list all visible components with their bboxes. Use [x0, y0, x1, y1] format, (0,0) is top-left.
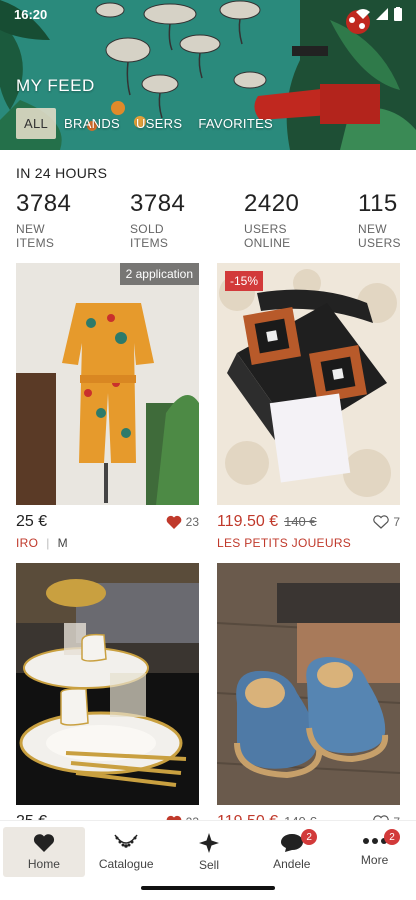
product-image[interactable] [16, 563, 199, 805]
price-row: 119.50 € 140 € 7 [217, 513, 400, 531]
nav-home[interactable]: Home [3, 827, 85, 877]
wifi-icon [356, 9, 370, 19]
likes-count: 7 [393, 515, 400, 529]
product-card[interactable]: 25 € 23 [16, 563, 199, 831]
product-brand[interactable]: LES PETITS JOUEURS [217, 536, 351, 550]
status-bar: 16:20 [0, 0, 416, 28]
nav-label: More [360, 853, 389, 867]
stats-row: 3784 NEW ITEMS 3784 SOLD ITEMS 2420 USERS O… [16, 190, 406, 250]
nav-label: Andele [273, 857, 311, 871]
stat-label: NEW ITEMS [16, 222, 55, 250]
likes[interactable]: 7 [373, 515, 400, 529]
heart-icon [33, 834, 54, 852]
product-card[interactable]: 119.50 €140 € 7 [217, 563, 400, 831]
sparkle-icon [198, 833, 219, 853]
stat-value: 3784 [130, 190, 186, 217]
divider: | [46, 536, 50, 550]
product-price: 119.50 € [217, 513, 279, 530]
stat-sold-items: 3784 SOLD ITEMS [130, 190, 244, 250]
tab-favorites[interactable]: FAVORITES [190, 108, 281, 139]
applications-badge: 2 application [119, 263, 199, 285]
tab-users[interactable]: USERS [128, 108, 190, 139]
nav-more[interactable]: More 2 [333, 827, 416, 877]
stat-value: 115 [358, 190, 398, 217]
notification-badge: 2 [383, 829, 400, 845]
likes-count: 23 [185, 515, 199, 529]
battery-icon [394, 7, 402, 21]
stat-label: NEW USERS [358, 222, 401, 250]
notification-badge: 2 [301, 829, 318, 845]
price-group: 119.50 € 140 € [217, 513, 317, 531]
nav-label: Catalogue [98, 857, 154, 871]
chat-icon [280, 834, 303, 852]
page-title: MY FEED [16, 76, 95, 95]
product-photo-jumpsuit [16, 263, 199, 505]
discount-badge: -15% [225, 271, 264, 291]
stat-value: 3784 [16, 190, 72, 217]
likes[interactable]: 23 [166, 515, 199, 529]
product-photo-tableware [16, 563, 199, 805]
product-image[interactable]: -15% [217, 263, 400, 505]
nav-sell[interactable]: Sell [168, 827, 251, 877]
nav-andele[interactable]: Andele 2 [250, 827, 333, 877]
stats-title: IN 24 HOURS [16, 165, 108, 181]
status-icons [356, 7, 402, 21]
product-image[interactable]: 2 application [16, 263, 199, 505]
product-card[interactable]: -15% 119.50 € 140 € 7 LES PETITS JOUEURS [217, 263, 400, 550]
stat-label: USERS ONLINE [244, 222, 291, 250]
feed-tabs: ALL BRANDS USERS FAVORITES [16, 108, 281, 139]
necklace-icon [114, 834, 138, 848]
product-card[interactable]: 2 application 25 € 23 IRO | M [16, 263, 199, 550]
stat-new-items: 3784 NEW ITEMS [16, 190, 130, 250]
product-size: M [57, 536, 68, 550]
stat-value: 2420 [244, 190, 300, 217]
tab-all[interactable]: ALL [16, 108, 57, 139]
status-time: 16:20 [14, 6, 48, 22]
tab-brands[interactable]: BRANDS [56, 108, 128, 139]
product-image[interactable] [217, 563, 400, 805]
product-photo-bag [217, 263, 400, 505]
nav-label: Home [27, 857, 60, 871]
nav-catalogue[interactable]: Catalogue [85, 827, 168, 877]
product-price: 25 € [16, 513, 48, 530]
stat-new-users: 115 NEW USERS [358, 190, 406, 250]
stat-users-online: 2420 USERS ONLINE [244, 190, 358, 250]
signal-icon [376, 8, 388, 20]
brand-row: LES PETITS JOUEURS [217, 536, 400, 550]
home-indicator [141, 886, 275, 890]
brand-row: IRO | M [16, 536, 199, 550]
nav-label: Sell [198, 858, 219, 872]
product-photo-shoes [217, 563, 400, 805]
old-price: 140 € [284, 514, 317, 529]
heart-filled-icon[interactable] [166, 515, 182, 529]
price-row: 25 € 23 [16, 513, 199, 531]
stat-label: SOLD ITEMS [130, 222, 169, 250]
product-brand[interactable]: IRO [16, 536, 38, 550]
heart-outline-icon[interactable] [373, 515, 390, 529]
feed-header: 16:20 MY FEED ALL BRANDS USERS FAVORITES [0, 0, 416, 150]
